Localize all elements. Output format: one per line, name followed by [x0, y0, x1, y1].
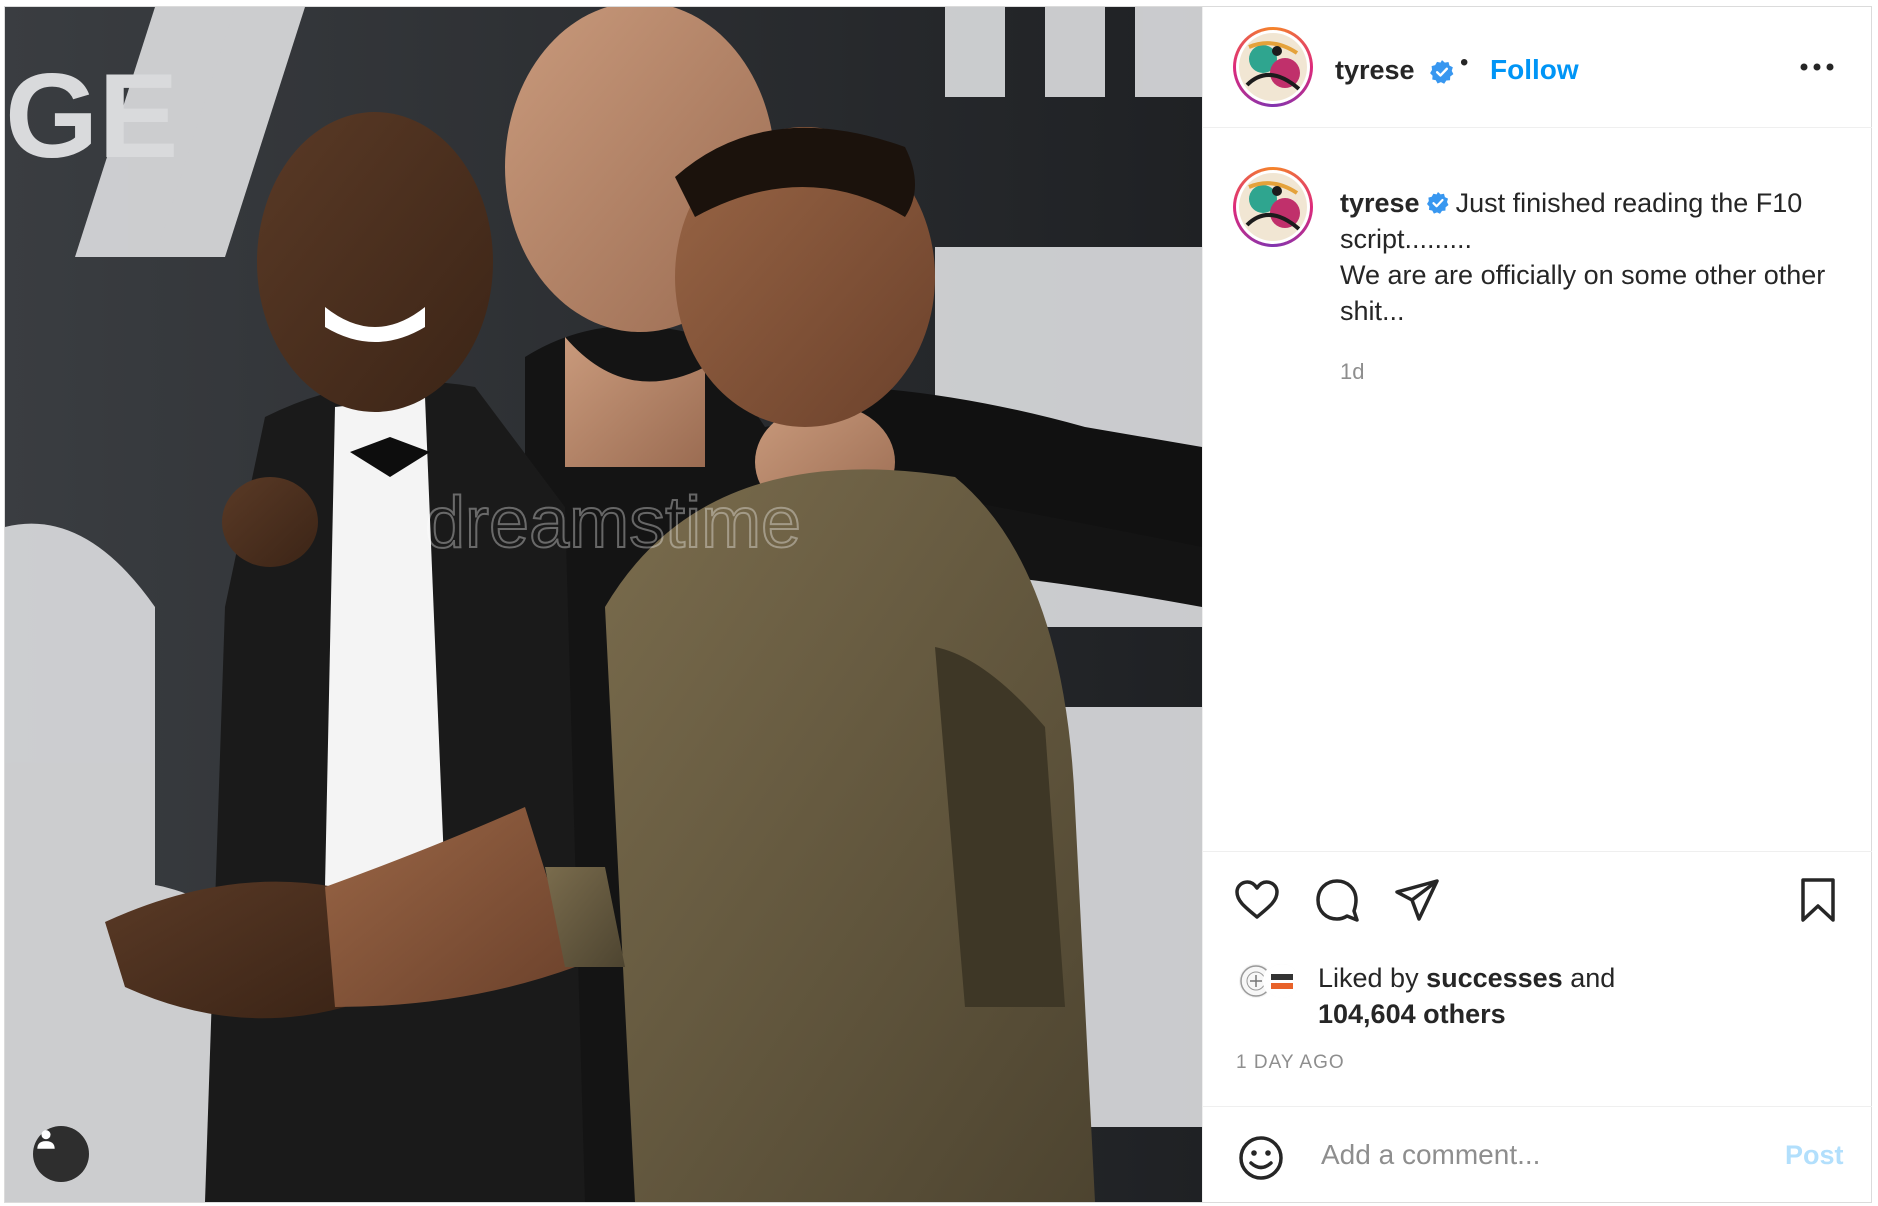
heart-icon[interactable]: [1233, 876, 1281, 924]
comment-icon[interactable]: [1313, 876, 1361, 924]
caption-author-avatar[interactable]: [1233, 167, 1313, 247]
tagged-users-button[interactable]: [33, 1126, 89, 1182]
caption-text-line2: We are are officially on some other othe…: [1340, 260, 1826, 326]
brand-logo-icon: [1265, 964, 1299, 998]
author-username[interactable]: tyrese: [1335, 55, 1415, 86]
liker-avatar: [1263, 962, 1301, 1000]
bookmark-icon[interactable]: [1794, 876, 1842, 924]
post-header: tyrese • Follow: [1203, 7, 1872, 128]
header-separator: •: [1460, 49, 1469, 76]
post-sidebar: tyrese • Follow tyrese Just finished rea…: [1202, 7, 1872, 1202]
post-actions: Liked by successes and 104,604 others 1 …: [1203, 851, 1872, 1111]
comment-form: Post: [1203, 1106, 1872, 1202]
liked-by-avatars[interactable]: [1237, 962, 1307, 1002]
verified-icon: [1426, 192, 1449, 214]
post-comment-button[interactable]: Post: [1785, 1140, 1844, 1171]
likes-suffix: and: [1562, 963, 1616, 993]
comment-input[interactable]: [1321, 1135, 1761, 1175]
photo-illustration: GE dreamstime: [5, 7, 1202, 1202]
tagged-user-icon: [37, 1130, 55, 1149]
likes-count-link[interactable]: 104,604 others: [1318, 999, 1506, 1029]
follow-button[interactable]: Follow: [1490, 54, 1579, 86]
emoji-icon[interactable]: [1237, 1134, 1285, 1182]
post-photo[interactable]: GE dreamstime: [5, 7, 1202, 1202]
likes-user-link[interactable]: successes: [1426, 963, 1563, 993]
post-caption: tyrese Just finished reading the F10 scr…: [1340, 185, 1840, 329]
more-icon[interactable]: [1799, 62, 1835, 72]
likes-prefix: Liked by: [1318, 963, 1427, 993]
caption-username[interactable]: tyrese: [1340, 188, 1420, 218]
avatar-art-icon: [1239, 173, 1307, 241]
author-avatar[interactable]: [1233, 27, 1313, 107]
verified-icon: [1430, 60, 1454, 84]
likes-summary: Liked by successes and 104,604 others: [1318, 960, 1615, 1032]
backdrop-text: GE: [5, 49, 178, 183]
caption-timestamp[interactable]: 1d: [1340, 359, 1364, 385]
avatar-art-icon: [1239, 33, 1307, 101]
share-icon[interactable]: [1393, 876, 1441, 924]
post-timestamp[interactable]: 1 DAY AGO: [1236, 1052, 1345, 1074]
instagram-post-modal: GE dreamstime tyrese • Follow tyrese Jus…: [4, 6, 1872, 1203]
watermark-text: dreamstime: [425, 483, 801, 563]
